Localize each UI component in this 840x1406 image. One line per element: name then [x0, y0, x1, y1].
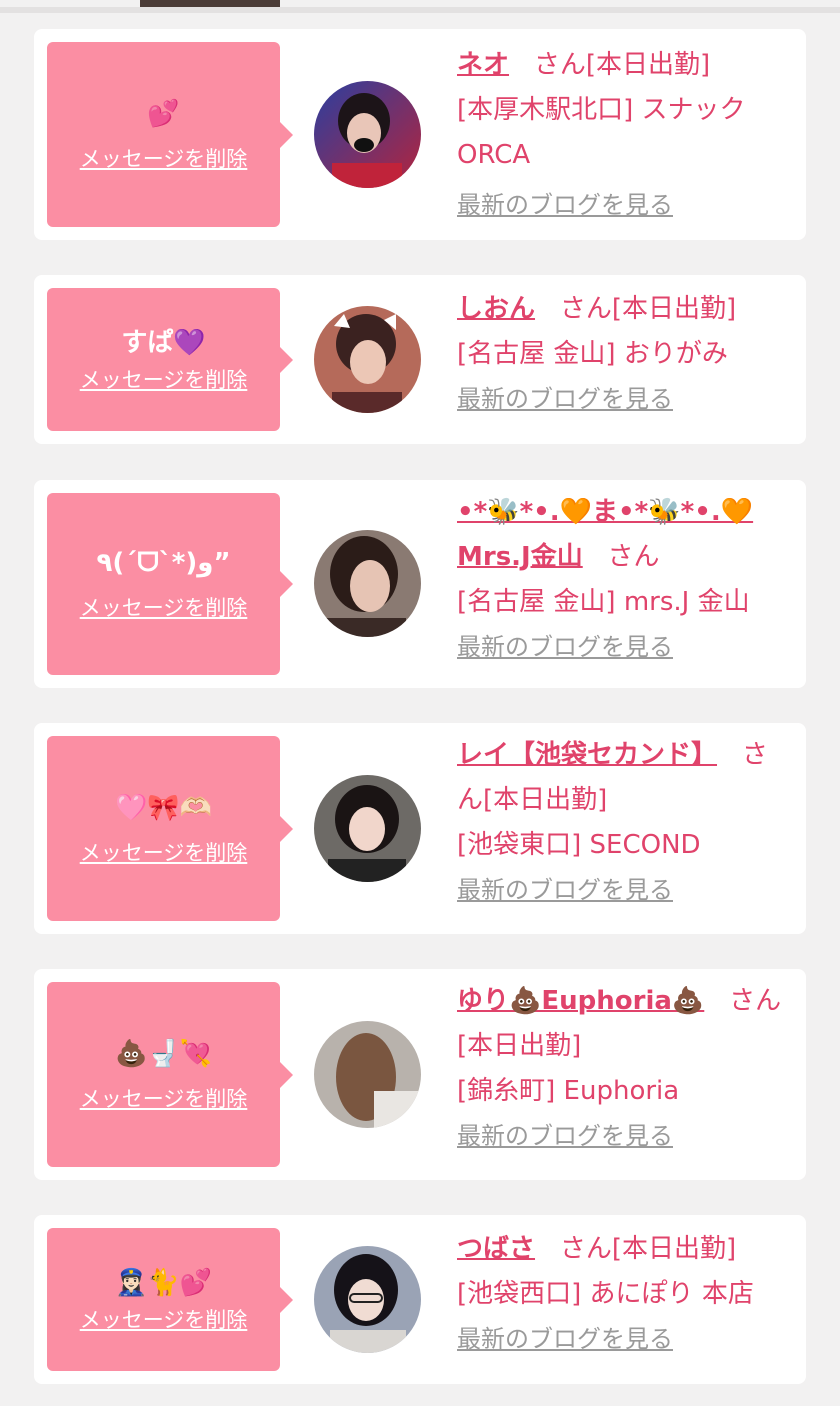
message-bubble: 🩷🎀🫶🏻 メッセージを削除 — [47, 736, 293, 921]
message-text: ٩(ˊᗜˋ*)و” — [96, 548, 231, 578]
profile-info: ネオ さん[本日出勤] [本厚木駅北口] スナック ORCA 最新のブログを見る — [457, 43, 792, 228]
shop-name: [本厚木駅北口] スナック ORCA — [457, 95, 746, 170]
shop-name: [名古屋 金山] おりがみ — [457, 339, 728, 369]
message-text: 💕 — [147, 98, 180, 129]
message-text: 👮🏻‍♀️🐈💕 — [114, 1267, 213, 1298]
latest-blog-link[interactable]: 最新のブログを見る — [457, 1322, 673, 1356]
cast-name-link[interactable]: つばさ — [457, 1234, 535, 1264]
delete-message-link[interactable]: メッセージを削除 — [80, 594, 248, 622]
message-card: 👮🏻‍♀️🐈💕 メッセージを削除 つばさ さん[本日出勤] [池袋西口] あにぽ… — [34, 1215, 806, 1384]
message-bubble: 💕 メッセージを削除 — [47, 42, 293, 227]
message-card: 💩🚽💘 メッセージを削除 ゆり💩Euphoria💩 さん [本日出勤] [錦糸町]… — [34, 969, 806, 1180]
profile-info: •*🐝*•.🧡ま•*🐝*•.🧡 Mrs.J金山 さん [名古屋 金山] mrs.… — [457, 490, 792, 670]
attendance-status: [本日出勤] — [457, 1031, 582, 1061]
cast-name-link[interactable]: レイ【池袋セカンド】 — [457, 740, 717, 770]
profile-info: つばさ さん[本日出勤] [池袋西口] あにぽり 本店 最新のブログを見る — [457, 1227, 792, 1362]
honorific: さん — [533, 50, 586, 80]
shop-name: [名古屋 金山] mrs.J 金山 — [457, 587, 750, 617]
attendance-status: [本日出勤] — [483, 785, 608, 815]
message-text: すぱ💜 — [121, 327, 206, 358]
message-bubble: ٩(ˊᗜˋ*)و” メッセージを削除 — [47, 493, 293, 675]
cast-name-link[interactable]: ゆり💩Euphoria💩 — [457, 986, 704, 1016]
message-bubble: すぱ💜 メッセージを削除 — [47, 288, 293, 431]
message-text: 💩🚽💘 — [114, 1038, 213, 1069]
cast-name-link[interactable]: ネオ — [457, 50, 509, 80]
avatar[interactable] — [314, 1246, 421, 1353]
profile-info: ゆり💩Euphoria💩 さん [本日出勤] [錦糸町] Euphoria 最新の… — [457, 979, 792, 1159]
latest-blog-link[interactable]: 最新のブログを見る — [457, 188, 673, 222]
avatar[interactable] — [314, 81, 421, 188]
attendance-status: [本日出勤] — [611, 294, 737, 324]
delete-message-link[interactable]: メッセージを削除 — [80, 1085, 248, 1113]
profile-info: しおん さん[本日出勤] [名古屋 金山] おりがみ 最新のブログを見る — [457, 287, 792, 422]
shop-name: [錦糸町] Euphoria — [457, 1076, 680, 1106]
message-text: 🩷🎀🫶🏻 — [114, 792, 213, 823]
message-card: ٩(ˊᗜˋ*)و” メッセージを削除 •*🐝*•.🧡ま•*🐝*•.🧡 Mrs.J… — [34, 480, 806, 688]
message-card: すぱ💜 メッセージを削除 しおん さん[本日出勤] [名古屋 金山] おりがみ … — [34, 275, 806, 444]
shop-name: [池袋東口] SECOND — [457, 830, 701, 860]
latest-blog-link[interactable]: 最新のブログを見る — [457, 1119, 673, 1153]
honorific: さん — [559, 1234, 612, 1264]
latest-blog-link[interactable]: 最新のブログを見る — [457, 630, 673, 664]
message-bubble: 👮🏻‍♀️🐈💕 メッセージを削除 — [47, 1228, 293, 1371]
avatar[interactable] — [314, 530, 421, 637]
tab-bar-divider — [0, 7, 840, 13]
shop-name: [池袋西口] あにぽり 本店 — [457, 1279, 754, 1309]
latest-blog-link[interactable]: 最新のブログを見る — [457, 873, 673, 907]
delete-message-link[interactable]: メッセージを削除 — [80, 366, 248, 394]
honorific: さん — [729, 986, 782, 1016]
honorific: さん — [559, 294, 612, 324]
delete-message-link[interactable]: メッセージを削除 — [80, 1306, 248, 1334]
avatar[interactable] — [314, 306, 421, 413]
avatar[interactable] — [314, 775, 421, 882]
honorific: さん — [607, 542, 660, 572]
message-bubble: 💩🚽💘 メッセージを削除 — [47, 982, 293, 1167]
message-card: 🩷🎀🫶🏻 メッセージを削除 レイ【池袋セカンド】 さん[本日出勤] [池袋東口]… — [34, 723, 806, 934]
message-card: 💕 メッセージを削除 ネオ さん[本日出勤] [本厚木駅北口] スナック ORC… — [34, 29, 806, 240]
cast-name-link[interactable]: しおん — [457, 294, 535, 324]
delete-message-link[interactable]: メッセージを削除 — [80, 145, 248, 173]
attendance-status: [本日出勤] — [585, 50, 711, 80]
latest-blog-link[interactable]: 最新のブログを見る — [457, 382, 673, 416]
profile-info: レイ【池袋セカンド】 さん[本日出勤] [池袋東口] SECOND 最新のブログ… — [457, 733, 792, 913]
active-tab-indicator — [140, 0, 280, 7]
avatar[interactable] — [314, 1021, 421, 1128]
delete-message-link[interactable]: メッセージを削除 — [80, 839, 248, 867]
attendance-status: [本日出勤] — [611, 1234, 737, 1264]
